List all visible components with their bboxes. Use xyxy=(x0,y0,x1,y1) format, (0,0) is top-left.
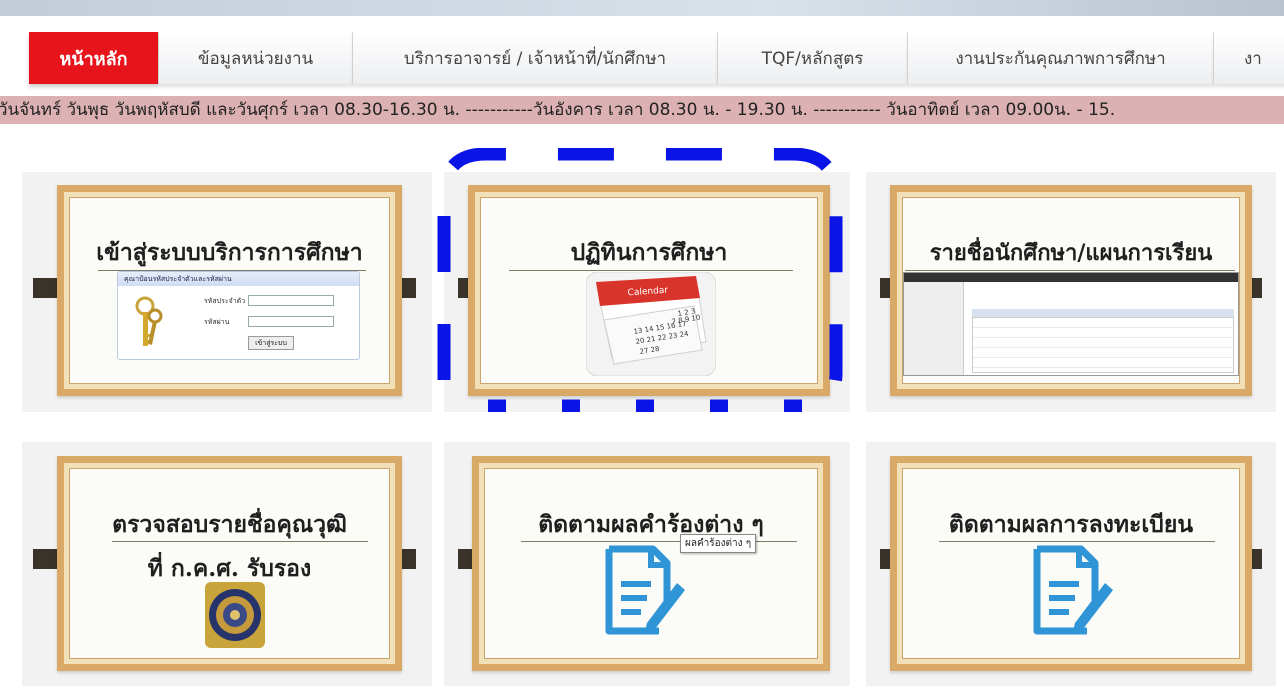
student-list-screenshot xyxy=(903,272,1239,376)
card-title: ติดตามผลการลงทะเบียน xyxy=(948,511,1194,538)
card-title-line1: ตรวจสอบรายชื่อคุณวุฒิ xyxy=(112,511,347,538)
tab-organization-info[interactable]: ข้อมูลหน่วยงาน xyxy=(159,32,353,84)
board-frame: ตรวจสอบรายชื่อคุณวุฒิ ที่ ก.ค.ศ. รับรอง xyxy=(57,456,402,671)
id-input[interactable] xyxy=(248,295,334,306)
card-title: เข้าสู่ระบบบริการการศึกษา xyxy=(96,239,363,266)
title-underline xyxy=(112,541,368,542)
card-registration-tracking[interactable]: ติดตามผลการลงทะเบียน xyxy=(866,442,1276,686)
petition-tooltip: ผลคำร้องต่าง ๆ xyxy=(680,534,757,553)
title-underline xyxy=(939,541,1215,542)
card-qualification-check[interactable]: ตรวจสอบรายชื่อคุณวุฒิ ที่ ก.ค.ศ. รับรอง xyxy=(22,442,432,686)
document-pen-icon xyxy=(1033,545,1113,635)
board-peg xyxy=(33,278,57,298)
marquee-text: วันจันทร์ วันพุธ วันพฤหัสบดี และวันศุกร์… xyxy=(0,100,1116,120)
card-title: ติดตามผลคำร้องต่าง ๆ xyxy=(538,511,764,538)
card-education-service[interactable]: เข้าสู่ระบบบริการการศึกษา คุณาป้อนรหัสปร… xyxy=(22,172,432,412)
board-frame: เข้าสู่ระบบบริการการศึกษา คุณาป้อนรหัสปร… xyxy=(57,185,402,396)
login-button[interactable]: เข้าสู่ระบบ xyxy=(248,336,294,350)
card-petition-tracking[interactable]: ติดตามผลคำร้องต่าง ๆ ผลคำร้องต่าง ๆ xyxy=(444,442,850,686)
login-widget: คุณาป้อนรหัสประจำตัวและรหัสผ่าน รหัสประจ… xyxy=(117,271,360,360)
password-input[interactable] xyxy=(248,316,334,327)
tab-tqf-curriculum[interactable]: TQF/หลักสูตร xyxy=(718,32,908,84)
board-frame: ติดตามผลการลงทะเบียน xyxy=(890,456,1252,671)
keys-icon xyxy=(135,296,163,346)
login-header: คุณาป้อนรหัสประจำตัวและรหัสผ่าน xyxy=(118,272,359,286)
main-nav: หน้าหลัก ข้อมูลหน่วยงาน บริการอาจารย์ / … xyxy=(0,32,1284,84)
ocsc-seal-icon xyxy=(205,582,265,648)
announcement-marquee: วันจันทร์ วันพุธ วันพฤหัสบดี และวันศุกร์… xyxy=(0,96,1284,124)
tab-quality-assurance[interactable]: งานประกันคุณภาพการศึกษา xyxy=(908,32,1214,84)
tab-more[interactable]: งา xyxy=(1214,32,1284,84)
card-student-list[interactable]: รายชื่อนักศึกษา/แผนการเรียน xyxy=(866,172,1276,412)
tab-home[interactable]: หน้าหลัก xyxy=(29,32,159,84)
title-underline xyxy=(905,270,1235,271)
board-frame: รายชื่อนักศึกษา/แผนการเรียน xyxy=(890,185,1252,396)
document-pen-icon xyxy=(605,545,685,635)
highlight-dashed-box xyxy=(437,148,843,412)
card-title: รายชื่อนักศึกษา/แผนการเรียน xyxy=(929,240,1213,266)
board-frame: ติดตามผลคำร้องต่าง ๆ xyxy=(472,456,830,671)
id-label: รหัสประจำตัว xyxy=(204,297,246,305)
top-banner-strip xyxy=(0,0,1284,16)
board-peg xyxy=(33,549,57,569)
password-label: รหัสผ่าน xyxy=(204,318,230,326)
tab-services[interactable]: บริการอาจารย์ / เจ้าหน้าที่/นักศึกษา xyxy=(353,32,718,84)
